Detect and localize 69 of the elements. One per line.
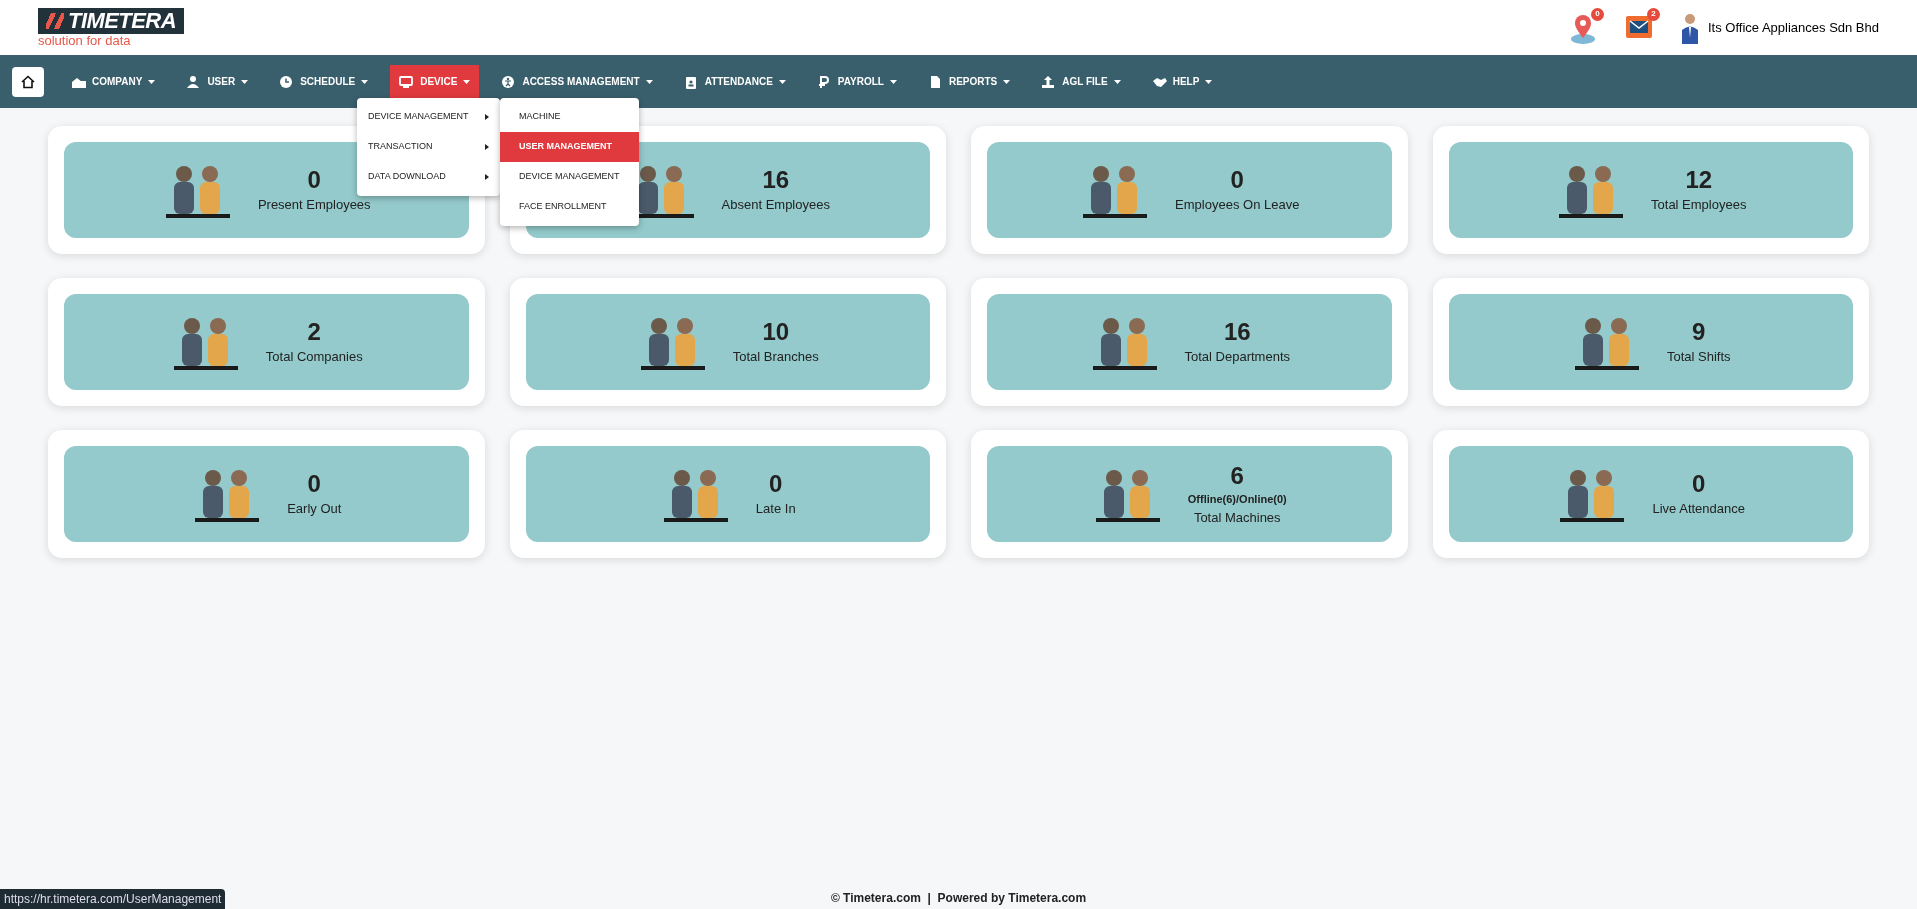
- nav-menu-item[interactable]: PAYROLL: [807, 64, 906, 99]
- stat-label: Early Out: [287, 500, 342, 519]
- submenu-item[interactable]: MACHINE: [500, 102, 639, 132]
- upload-icon: [1041, 74, 1057, 89]
- stat-label: Total Machines: [1193, 508, 1281, 527]
- stat-value: 9: [1692, 317, 1706, 348]
- caret-icon: [1003, 79, 1011, 84]
- caret-icon: [645, 79, 653, 84]
- logo-text: TIMETERA: [68, 10, 177, 32]
- clipboard-icon: [683, 74, 699, 89]
- stat-value: 6: [1230, 461, 1244, 491]
- stat-value: 10: [762, 317, 790, 348]
- caret-icon: [463, 79, 471, 84]
- caret-icon: [148, 79, 156, 84]
- stat-label: Live Attendance: [1652, 500, 1745, 519]
- stat-value: 0: [307, 469, 321, 500]
- nav-menu-item[interactable]: ATTENDANCE: [674, 64, 795, 99]
- monitor-icon: [399, 74, 415, 89]
- stat-label: Present Employees: [257, 196, 371, 215]
- notification-count: 0: [1590, 7, 1604, 21]
- stat-label: Late In: [755, 500, 796, 519]
- submenu-item[interactable]: DEVICE MANAGEMENT: [500, 162, 639, 192]
- nav-menu-item[interactable]: HELP: [1142, 64, 1222, 99]
- caret-icon: [361, 79, 369, 84]
- submenu-item[interactable]: USER MANAGEMENT: [500, 132, 639, 162]
- stat-label: Total Branches: [732, 348, 819, 367]
- clock-icon: [279, 74, 295, 89]
- logo-tagline: solution for data: [38, 34, 131, 47]
- status-url: https://hr.timetera.com/UserManagement: [0, 889, 226, 909]
- nav-menu-item[interactable]: ACCESS MANAGEMENT: [492, 64, 662, 99]
- nav-menu-item[interactable]: COMPANY: [62, 64, 165, 99]
- stat-label: Total Companies: [265, 348, 363, 367]
- company-name: Its Office Appliances Sdn Bhd: [1707, 18, 1879, 37]
- stat-value: 0: [1692, 469, 1706, 500]
- dropdown-item[interactable]: DATA DOWNLOAD: [357, 162, 500, 192]
- home-icon: [21, 74, 35, 89]
- stat-detail: Offline(6)/Online(0): [1187, 492, 1287, 507]
- stat-value: 0: [769, 469, 783, 500]
- notification-count: 2: [1646, 7, 1660, 21]
- user-avatar-icon: [1679, 11, 1700, 44]
- caret-icon: [889, 79, 897, 84]
- nav-menu-item[interactable]: DEVICE: [390, 64, 480, 99]
- stat-label: Total Departments: [1184, 348, 1290, 367]
- stat-label: Total Shifts: [1666, 348, 1731, 367]
- dropdown-item[interactable]: DEVICE MANAGEMENT: [357, 102, 500, 132]
- stat-value: 16: [762, 165, 790, 196]
- stat-value: 0: [307, 165, 321, 196]
- nav-menu-item[interactable]: AGL FILE: [1032, 64, 1130, 99]
- footer-text: © Timetera.com | Powered by Timetera.com: [830, 890, 1087, 907]
- stat-value: 12: [1685, 165, 1713, 196]
- home-button[interactable]: [12, 66, 44, 97]
- nav-menu-item[interactable]: REPORTS: [918, 64, 1020, 99]
- accessibility-icon: [501, 74, 517, 89]
- caret-icon: [778, 79, 786, 84]
- stat-label: Total Employees: [1651, 196, 1747, 215]
- user-icon: [186, 74, 202, 89]
- caret-icon: [1113, 79, 1121, 84]
- caret-icon: [1205, 79, 1213, 84]
- logo-slashes-icon: [46, 13, 64, 29]
- dropdown-item[interactable]: TRANSACTION: [357, 132, 500, 162]
- nav-menu-item[interactable]: USER: [177, 64, 258, 99]
- submenu-item[interactable]: FACE ENROLLMENT: [500, 192, 639, 222]
- nav-menu-item[interactable]: SCHEDULE: [270, 64, 378, 99]
- stat-value: 0: [1230, 165, 1244, 196]
- caret-icon: [241, 79, 249, 84]
- stat-label: Employees On Leave: [1175, 196, 1300, 215]
- stat-value: 2: [307, 317, 321, 348]
- stat-value: 16: [1223, 317, 1251, 348]
- stat-label: Absent Employees: [721, 196, 830, 215]
